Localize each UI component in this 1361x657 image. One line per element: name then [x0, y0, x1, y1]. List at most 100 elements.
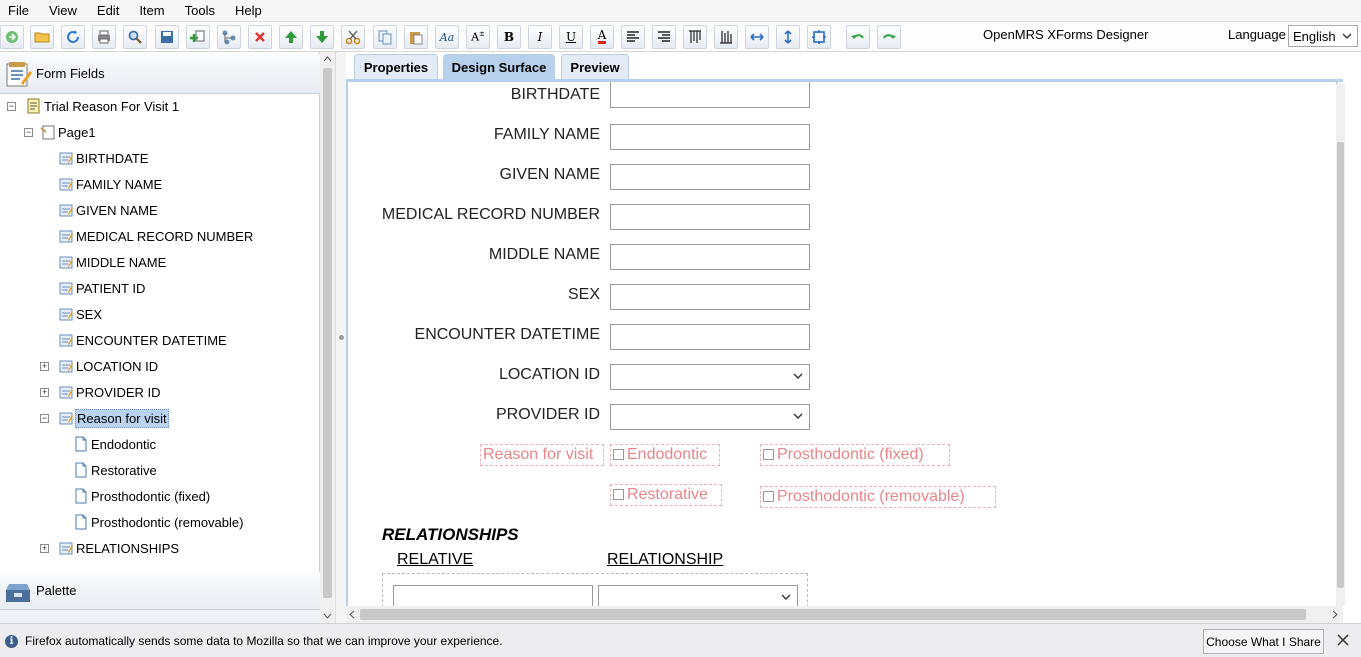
surface-horizontal-scrollbar[interactable]: [346, 606, 1343, 623]
language-select[interactable]: English: [1288, 25, 1358, 47]
field-label[interactable]: BIRTHDATE: [511, 86, 600, 104]
tree-node-page[interactable]: Page1: [40, 122, 97, 142]
field-label[interactable]: GIVEN NAME: [500, 166, 600, 184]
option-prosthodontic-removable[interactable]: Prosthodontic (removable): [760, 486, 996, 508]
close-icon[interactable]: [1335, 632, 1351, 648]
refresh-button[interactable]: [61, 25, 85, 49]
tree-node-provider[interactable]: PROVIDER ID: [58, 382, 162, 402]
field-select[interactable]: [610, 364, 810, 390]
checkbox[interactable]: [613, 449, 624, 460]
bold-button[interactable]: B: [497, 25, 521, 49]
option-restorative[interactable]: Restorative: [610, 484, 722, 506]
font-color-button[interactable]: A: [590, 25, 614, 49]
align-bottom-button[interactable]: [714, 25, 738, 49]
menu-edit[interactable]: Edit: [97, 3, 119, 18]
redo-button[interactable]: [877, 25, 901, 49]
form-fields-header[interactable]: Form Fields: [0, 54, 320, 94]
field-select[interactable]: [610, 404, 810, 430]
add-child-button[interactable]: [217, 25, 241, 49]
field-input[interactable]: [610, 284, 810, 310]
tree-node-option[interactable]: Prosthodontic (fixed): [73, 486, 211, 506]
align-top-button[interactable]: [683, 25, 707, 49]
collapse-toggle-reason[interactable]: −: [40, 414, 49, 423]
tree-node-relationships[interactable]: RELATIONSHIPS: [58, 538, 180, 558]
left-scroll-thumb[interactable]: [323, 68, 332, 598]
expand-toggle-location[interactable]: +: [40, 362, 49, 371]
find-button[interactable]: [123, 25, 147, 49]
field-input[interactable]: [610, 164, 810, 190]
field-input[interactable]: [610, 204, 810, 230]
relationships-repeat-container[interactable]: [382, 573, 808, 606]
tree-node-location[interactable]: LOCATION ID: [58, 356, 159, 376]
tree-node-option[interactable]: Restorative: [73, 460, 158, 480]
menu-view[interactable]: View: [49, 3, 77, 18]
undo-button[interactable]: [846, 25, 870, 49]
collapse-toggle-form[interactable]: −: [7, 102, 16, 111]
surface-vertical-scrollbar[interactable]: [1336, 84, 1345, 606]
reason-for-visit-label[interactable]: Reason for visit: [480, 444, 604, 466]
relationship-select[interactable]: [598, 585, 798, 606]
tree-node-reason[interactable]: Reason for visit: [58, 408, 169, 428]
tab-design-surface[interactable]: Design Surface: [443, 54, 555, 80]
field-label[interactable]: LOCATION ID: [499, 366, 600, 384]
tree-node-option[interactable]: Endodontic: [73, 434, 157, 454]
tree-node-option[interactable]: Prosthodontic (removable): [73, 512, 244, 532]
checkbox[interactable]: [763, 491, 774, 502]
field-input[interactable]: [610, 324, 810, 350]
panel-splitter[interactable]: [335, 52, 346, 623]
tree-node-field[interactable]: GIVEN NAME: [58, 200, 159, 220]
font-size-button[interactable]: A±: [466, 25, 490, 49]
expand-toggle-relationships[interactable]: +: [40, 544, 49, 553]
tree-node-field[interactable]: ENCOUNTER DATETIME: [58, 330, 228, 350]
tree-node-field[interactable]: SEX: [58, 304, 103, 324]
move-up-button[interactable]: [279, 25, 303, 49]
palette-header[interactable]: Palette: [0, 572, 320, 610]
copy-button[interactable]: [373, 25, 397, 49]
align-right-button[interactable]: [652, 25, 676, 49]
delete-button[interactable]: [248, 25, 272, 49]
new-form-button[interactable]: [0, 25, 24, 49]
option-endodontic[interactable]: Endodontic: [610, 444, 720, 466]
tree-node-field[interactable]: BIRTHDATE: [58, 148, 149, 168]
field-label[interactable]: ENCOUNTER DATETIME: [415, 326, 600, 344]
surface-scroll-thumb[interactable]: [1337, 142, 1344, 588]
horizontal-scroll-thumb[interactable]: [360, 609, 1306, 620]
save-button[interactable]: [155, 25, 179, 49]
field-label[interactable]: MEDICAL RECORD NUMBER: [382, 206, 600, 224]
tree-node-form[interactable]: Trial Reason For Visit 1: [26, 96, 180, 116]
field-input[interactable]: [610, 82, 810, 108]
add-field-button[interactable]: [186, 25, 210, 49]
field-label[interactable]: FAMILY NAME: [494, 126, 600, 144]
align-left-button[interactable]: [621, 25, 645, 49]
field-label[interactable]: PROVIDER ID: [496, 406, 600, 424]
field-input[interactable]: [610, 244, 810, 270]
option-prosthodontic-fixed[interactable]: Prosthodontic (fixed): [760, 444, 950, 466]
italic-button[interactable]: I: [528, 25, 552, 49]
tab-preview[interactable]: Preview: [561, 54, 629, 80]
field-label[interactable]: MIDDLE NAME: [489, 246, 600, 264]
print-button[interactable]: [92, 25, 116, 49]
tree-node-field[interactable]: MEDICAL RECORD NUMBER: [58, 226, 254, 246]
design-surface[interactable]: BIRTHDATE FAMILY NAME GIVEN NAME MEDICAL RE…: [346, 82, 1338, 606]
menu-item[interactable]: Item: [139, 3, 164, 18]
font-style-button[interactable]: Aa: [435, 25, 459, 49]
paste-button[interactable]: [404, 25, 428, 49]
tree-node-field[interactable]: MIDDLE NAME: [58, 252, 167, 272]
open-button[interactable]: [30, 25, 54, 49]
field-label[interactable]: SEX: [568, 286, 600, 304]
same-height-button[interactable]: [776, 25, 800, 49]
expand-toggle-provider[interactable]: +: [40, 388, 49, 397]
menu-help[interactable]: Help: [235, 3, 262, 18]
same-size-button[interactable]: [807, 25, 831, 49]
move-down-button[interactable]: [310, 25, 334, 49]
tree-node-field[interactable]: PATIENT ID: [58, 278, 146, 298]
menu-file[interactable]: File: [8, 3, 29, 18]
left-panel-scrollbar[interactable]: [320, 52, 335, 623]
checkbox[interactable]: [613, 489, 624, 500]
underline-button[interactable]: U: [559, 25, 583, 49]
menu-tools[interactable]: Tools: [185, 3, 215, 18]
relative-input[interactable]: [393, 585, 593, 606]
tab-properties[interactable]: Properties: [354, 54, 438, 80]
cut-button[interactable]: [341, 25, 365, 49]
choose-what-i-share-button[interactable]: Choose What I Share: [1203, 629, 1324, 654]
